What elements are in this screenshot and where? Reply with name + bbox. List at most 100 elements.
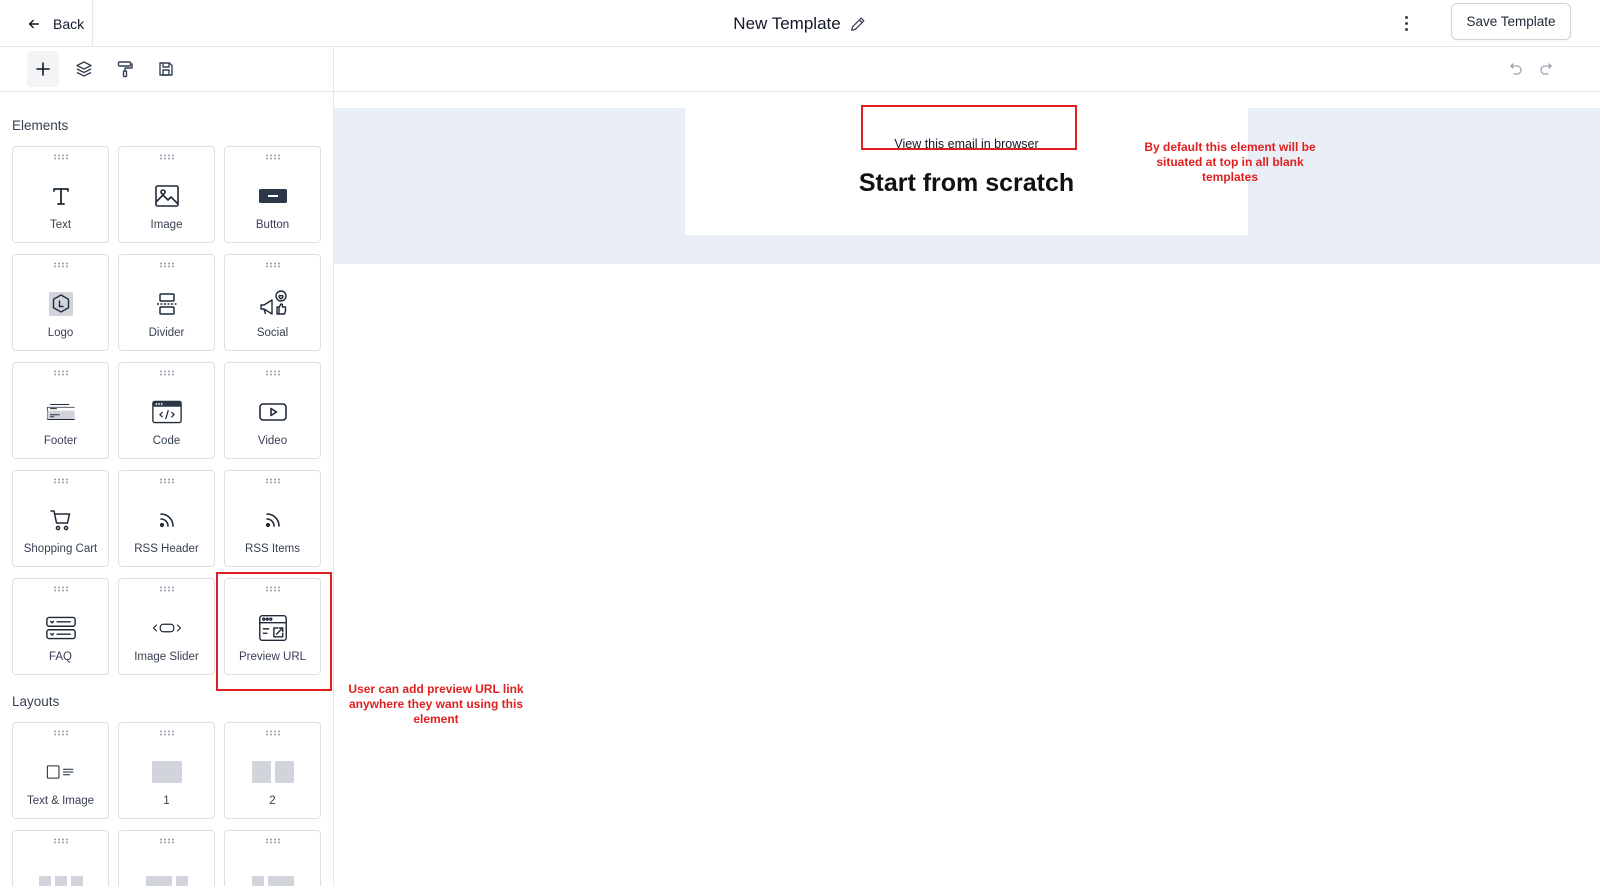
split-column-icon <box>251 867 294 886</box>
element-text[interactable]: Text <box>12 146 109 243</box>
element-social[interactable]: Social <box>224 254 321 351</box>
element-label: Text <box>49 219 72 231</box>
element-code[interactable]: Code <box>118 362 215 459</box>
drag-handle-icon[interactable] <box>52 370 69 376</box>
element-image-slider[interactable]: Image Slider <box>118 578 215 675</box>
drag-handle-icon[interactable] <box>52 262 69 268</box>
paint-roller-icon[interactable] <box>109 51 141 87</box>
email-canvas: View this email in browser Start from sc… <box>334 92 1600 886</box>
element-label: Social <box>256 327 289 339</box>
element-shopping-cart[interactable]: Shopping Cart <box>12 470 109 567</box>
elements-sidebar: Elements Text Image Button Logo Divider … <box>0 92 334 886</box>
divider-icon <box>152 289 182 319</box>
rss-icon <box>258 505 288 535</box>
preview-url-icon <box>258 613 288 643</box>
redo-icon[interactable] <box>1536 59 1556 79</box>
text-image-layout-icon <box>46 757 76 787</box>
element-rss-header[interactable]: RSS Header <box>118 470 215 567</box>
drag-handle-icon[interactable] <box>52 586 69 592</box>
element-image[interactable]: Image <box>118 146 215 243</box>
element-preview-url[interactable]: Preview URL <box>224 578 321 675</box>
layers-icon[interactable] <box>68 51 100 87</box>
back-label: Back <box>53 15 85 32</box>
layout-label: 1 <box>163 795 170 807</box>
drag-handle-icon[interactable] <box>158 154 175 160</box>
layout-two-column[interactable]: 2 <box>224 722 321 819</box>
element-label: Shopping Cart <box>23 543 98 555</box>
save-icon[interactable] <box>150 51 182 87</box>
one-column-icon <box>151 757 182 787</box>
element-label: Code <box>152 435 181 447</box>
sidebar-toolbar <box>0 47 334 92</box>
layout-one-column[interactable]: 1 <box>118 722 215 819</box>
arrow-left-icon <box>27 17 41 31</box>
drag-handle-icon[interactable] <box>158 478 175 484</box>
drag-handle-icon[interactable] <box>264 154 281 160</box>
element-logo[interactable]: Logo <box>12 254 109 351</box>
element-label: FAQ <box>48 651 72 663</box>
elements-heading: Elements <box>12 118 69 133</box>
element-label: RSS Items <box>245 543 300 555</box>
layout-label: Text & Image <box>26 795 95 807</box>
element-label: Video <box>257 435 288 447</box>
layout-label: 2 <box>269 795 276 807</box>
undo-icon[interactable] <box>1506 59 1526 79</box>
plus-icon[interactable] <box>27 51 59 87</box>
drag-handle-icon[interactable] <box>52 730 69 736</box>
social-icon <box>258 289 288 319</box>
element-label: RSS Header <box>134 543 199 555</box>
layout-wide-column[interactable] <box>118 830 215 886</box>
drag-handle-icon[interactable] <box>264 838 281 844</box>
drag-handle-icon[interactable] <box>158 838 175 844</box>
template-title: New Template <box>733 13 841 33</box>
element-label: Logo <box>47 327 74 339</box>
layout-split-column[interactable] <box>224 830 321 886</box>
drag-handle-icon[interactable] <box>264 478 281 484</box>
drag-handle-icon[interactable] <box>158 730 175 736</box>
element-video[interactable]: Video <box>224 362 321 459</box>
canvas-toolbar <box>334 47 1600 92</box>
pencil-icon[interactable] <box>849 15 867 33</box>
drag-handle-icon[interactable] <box>264 586 281 592</box>
drag-handle-icon[interactable] <box>52 154 69 160</box>
element-rss-items[interactable]: RSS Items <box>224 470 321 567</box>
drag-handle-icon[interactable] <box>158 586 175 592</box>
text-icon <box>46 181 76 211</box>
code-icon <box>151 397 182 427</box>
footer-icon <box>46 397 76 427</box>
drag-handle-icon[interactable] <box>52 478 69 484</box>
element-button[interactable]: Button <box>224 146 321 243</box>
element-label: Footer <box>43 435 78 447</box>
drag-handle-icon[interactable] <box>158 262 175 268</box>
logo-icon <box>46 289 76 319</box>
wide-column-icon <box>145 867 188 886</box>
more-options-icon[interactable] <box>1396 0 1416 47</box>
button-icon <box>258 181 288 211</box>
layout-text-image[interactable]: Text & Image <box>12 722 109 819</box>
drag-handle-icon[interactable] <box>52 838 69 844</box>
top-bar: Back New Template Save Template <box>0 0 1600 47</box>
drag-handle-icon[interactable] <box>158 370 175 376</box>
three-column-icon <box>38 867 83 886</box>
element-footer[interactable]: Footer <box>12 362 109 459</box>
element-label: Preview URL <box>238 651 307 663</box>
element-faq[interactable]: FAQ <box>12 578 109 675</box>
rss-icon <box>152 505 182 535</box>
drag-handle-icon[interactable] <box>264 730 281 736</box>
image-icon <box>152 181 182 211</box>
drag-handle-icon[interactable] <box>264 262 281 268</box>
element-label: Button <box>255 219 290 231</box>
slider-icon <box>152 613 182 643</box>
annotation-note: By default this element will be situated… <box>1144 140 1316 184</box>
save-template-button[interactable]: Save Template <box>1451 3 1571 40</box>
faq-icon <box>45 613 76 643</box>
element-divider[interactable]: Divider <box>118 254 215 351</box>
drag-handle-icon[interactable] <box>264 370 281 376</box>
layouts-heading: Layouts <box>12 694 60 709</box>
back-button[interactable]: Back <box>0 0 93 47</box>
element-label: Divider <box>148 327 185 339</box>
element-label: Image <box>150 219 183 231</box>
annotation-note: User can add preview URL link anywhere t… <box>348 682 524 726</box>
element-label: Image Slider <box>134 651 199 663</box>
layout-three-column[interactable] <box>12 830 109 886</box>
